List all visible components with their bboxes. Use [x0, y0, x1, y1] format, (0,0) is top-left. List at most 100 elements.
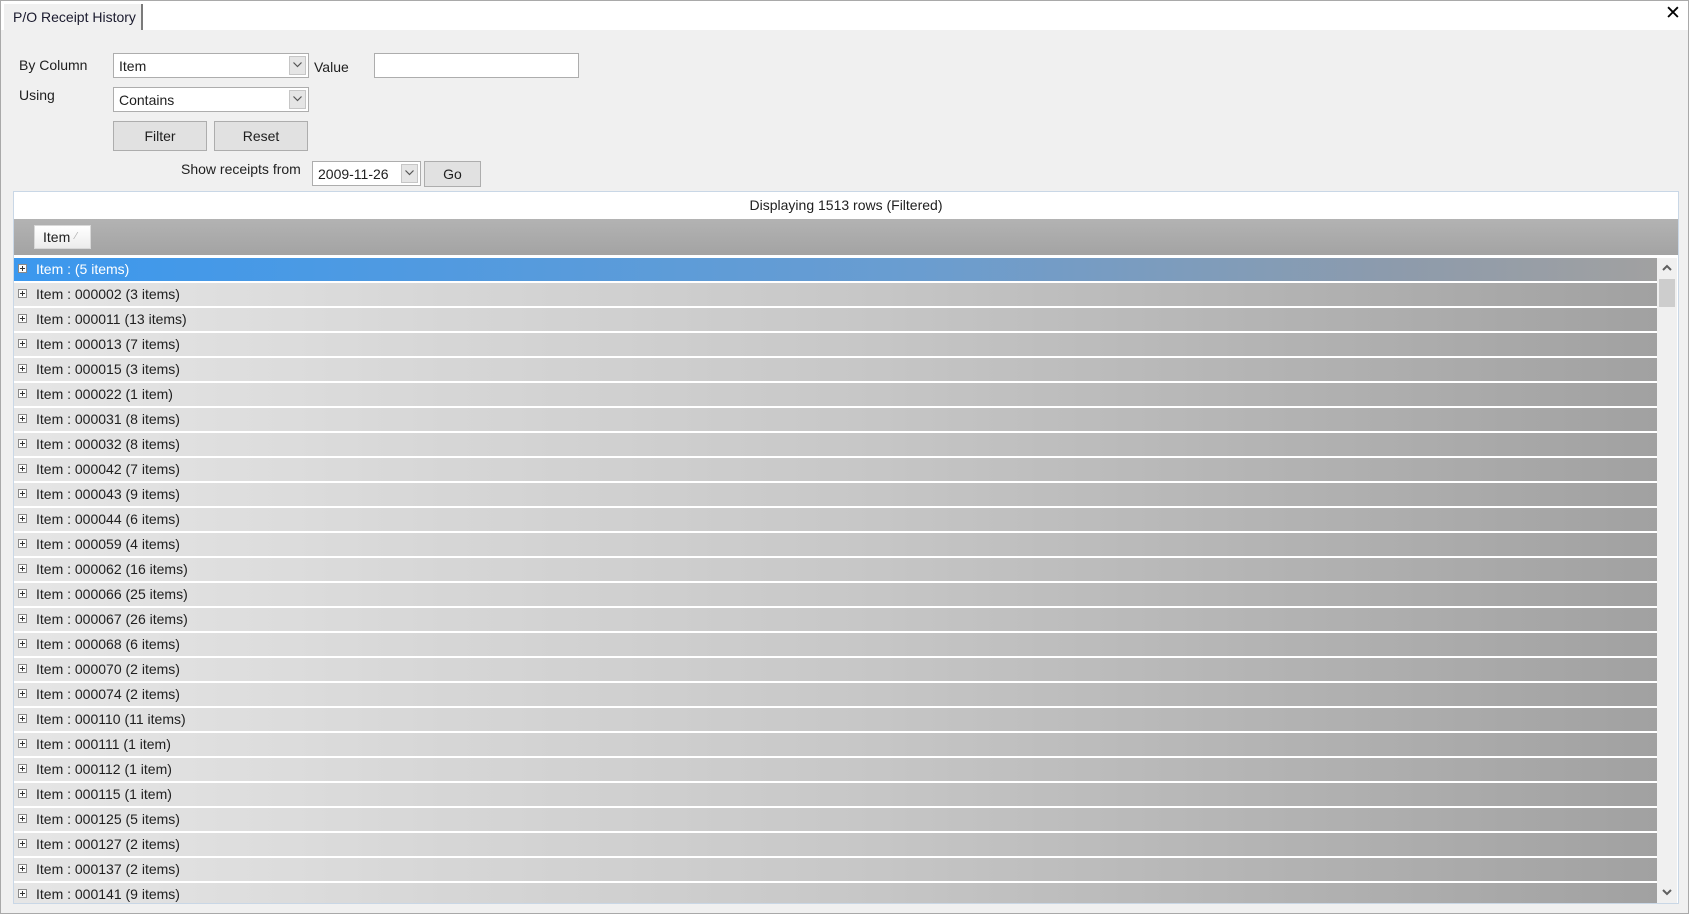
group-row-label: Item : 000127 (2 items): [36, 836, 180, 852]
expand-plus-icon[interactable]: [18, 814, 27, 823]
value-input[interactable]: [374, 53, 579, 78]
group-by-column-item[interactable]: Item ⁄: [34, 225, 91, 249]
group-row-label: Item : 000070 (2 items): [36, 661, 180, 677]
expand-plus-icon[interactable]: [18, 264, 27, 273]
expand-plus-icon[interactable]: [18, 864, 27, 873]
group-row[interactable]: Item : 000062 (16 items): [14, 558, 1657, 581]
tab-strip: P/O Receipt History ✕: [1, 1, 1688, 31]
expand-plus-icon[interactable]: [18, 289, 27, 298]
group-row-label: Item : 000112 (1 item): [36, 761, 172, 777]
group-row[interactable]: Item : 000074 (2 items): [14, 683, 1657, 706]
group-row[interactable]: Item : 000127 (2 items): [14, 833, 1657, 856]
expand-plus-icon[interactable]: [18, 589, 27, 598]
group-row-label: Item : 000115 (1 item): [36, 786, 172, 802]
by-column-select[interactable]: Item: [113, 53, 309, 78]
expand-plus-icon[interactable]: [18, 564, 27, 573]
expand-plus-icon[interactable]: [18, 714, 27, 723]
expand-plus-icon[interactable]: [18, 614, 27, 623]
chevron-down-icon[interactable]: [289, 56, 306, 75]
expand-plus-icon[interactable]: [18, 464, 27, 473]
expand-plus-icon[interactable]: [18, 664, 27, 673]
group-row[interactable]: Item : 000031 (8 items): [14, 408, 1657, 431]
group-row[interactable]: Item : 000112 (1 item): [14, 758, 1657, 781]
vertical-scrollbar[interactable]: [1657, 258, 1677, 903]
group-row[interactable]: Item : 000070 (2 items): [14, 658, 1657, 681]
date-picker[interactable]: 2009-11-26: [312, 161, 421, 186]
expand-plus-icon[interactable]: [18, 539, 27, 548]
go-button[interactable]: Go: [424, 161, 481, 187]
group-row[interactable]: Item : 000043 (9 items): [14, 483, 1657, 506]
chevron-down-icon[interactable]: [289, 90, 306, 109]
scroll-down-button[interactable]: [1657, 883, 1677, 903]
close-icon[interactable]: ✕: [1664, 4, 1682, 23]
group-row[interactable]: Item : 000015 (3 items): [14, 358, 1657, 381]
group-row-label: Item : (5 items): [36, 261, 130, 277]
show-receipts-label: Show receipts from: [181, 161, 301, 177]
group-row-label: Item : 000066 (25 items): [36, 586, 188, 602]
value-label: Value: [314, 59, 349, 75]
group-row-label: Item : 000068 (6 items): [36, 636, 180, 652]
po-receipt-history-window: P/O Receipt History ✕ By Column Item Val…: [0, 0, 1689, 914]
group-row-label: Item : 000022 (1 item): [36, 386, 173, 402]
group-row[interactable]: Item : 000013 (7 items): [14, 333, 1657, 356]
filter-button[interactable]: Filter: [113, 121, 207, 151]
group-row[interactable]: Item : (5 items): [14, 258, 1657, 281]
group-row[interactable]: Item : 000042 (7 items): [14, 458, 1657, 481]
group-row[interactable]: Item : 000068 (6 items): [14, 633, 1657, 656]
group-row[interactable]: Item : 000067 (26 items): [14, 608, 1657, 631]
group-row[interactable]: Item : 000141 (9 items): [14, 883, 1657, 903]
group-row-label: Item : 000044 (6 items): [36, 511, 180, 527]
expand-plus-icon[interactable]: [18, 739, 27, 748]
group-row-label: Item : 000032 (8 items): [36, 436, 180, 452]
group-row[interactable]: Item : 000022 (1 item): [14, 383, 1657, 406]
scrollbar-thumb[interactable]: [1659, 279, 1675, 307]
expand-plus-icon[interactable]: [18, 764, 27, 773]
group-row-label: Item : 000125 (5 items): [36, 811, 180, 827]
expand-plus-icon[interactable]: [18, 514, 27, 523]
group-row[interactable]: Item : 000032 (8 items): [14, 433, 1657, 456]
scroll-up-button[interactable]: [1657, 258, 1677, 278]
using-select[interactable]: Contains: [113, 87, 309, 112]
expand-plus-icon[interactable]: [18, 889, 27, 898]
chevron-up-icon: [1662, 264, 1672, 271]
group-row[interactable]: Item : 000125 (5 items): [14, 808, 1657, 831]
expand-plus-icon[interactable]: [18, 639, 27, 648]
group-row-label: Item : 000042 (7 items): [36, 461, 180, 477]
group-row[interactable]: Item : 000059 (4 items): [14, 533, 1657, 556]
group-row-label: Item : 000059 (4 items): [36, 536, 180, 552]
group-row[interactable]: Item : 000115 (1 item): [14, 783, 1657, 806]
group-row[interactable]: Item : 000137 (2 items): [14, 858, 1657, 881]
by-column-label: By Column: [19, 57, 88, 73]
receipt-grid: Displaying 1513 rows (Filtered) Item ⁄ It…: [13, 191, 1679, 904]
expand-plus-icon[interactable]: [18, 689, 27, 698]
group-row-label: Item : 000031 (8 items): [36, 411, 180, 427]
expand-plus-icon[interactable]: [18, 389, 27, 398]
group-row-label: Item : 000011 (13 items): [36, 311, 187, 327]
tab-po-receipt-history[interactable]: P/O Receipt History: [4, 4, 143, 30]
group-row[interactable]: Item : 000011 (13 items): [14, 308, 1657, 331]
group-row[interactable]: Item : 000066 (25 items): [14, 583, 1657, 606]
group-row-label: Item : 000062 (16 items): [36, 561, 188, 577]
group-row[interactable]: Item : 000002 (3 items): [14, 283, 1657, 306]
expand-plus-icon[interactable]: [18, 439, 27, 448]
expand-plus-icon[interactable]: [18, 414, 27, 423]
group-row-label: Item : 000137 (2 items): [36, 861, 180, 877]
grid-status: Displaying 1513 rows (Filtered): [14, 192, 1678, 218]
group-row[interactable]: Item : 000111 (1 item): [14, 733, 1657, 756]
group-row-label: Item : 000002 (3 items): [36, 286, 180, 302]
expand-plus-icon[interactable]: [18, 339, 27, 348]
expand-plus-icon[interactable]: [18, 839, 27, 848]
chevron-down-icon[interactable]: [401, 164, 418, 183]
using-value: Contains: [119, 92, 175, 108]
group-rows: Item : (5 items) Item : 000002 (3 items) I…: [14, 258, 1657, 903]
chevron-down-icon: [1662, 889, 1672, 896]
expand-plus-icon[interactable]: [18, 364, 27, 373]
expand-plus-icon[interactable]: [18, 489, 27, 498]
date-value: 2009-11-26: [318, 166, 389, 182]
expand-plus-icon[interactable]: [18, 314, 27, 323]
group-row[interactable]: Item : 000110 (11 items): [14, 708, 1657, 731]
reset-button[interactable]: Reset: [214, 121, 308, 151]
expand-plus-icon[interactable]: [18, 789, 27, 798]
group-row[interactable]: Item : 000044 (6 items): [14, 508, 1657, 531]
group-row-label: Item : 000043 (9 items): [36, 486, 180, 502]
